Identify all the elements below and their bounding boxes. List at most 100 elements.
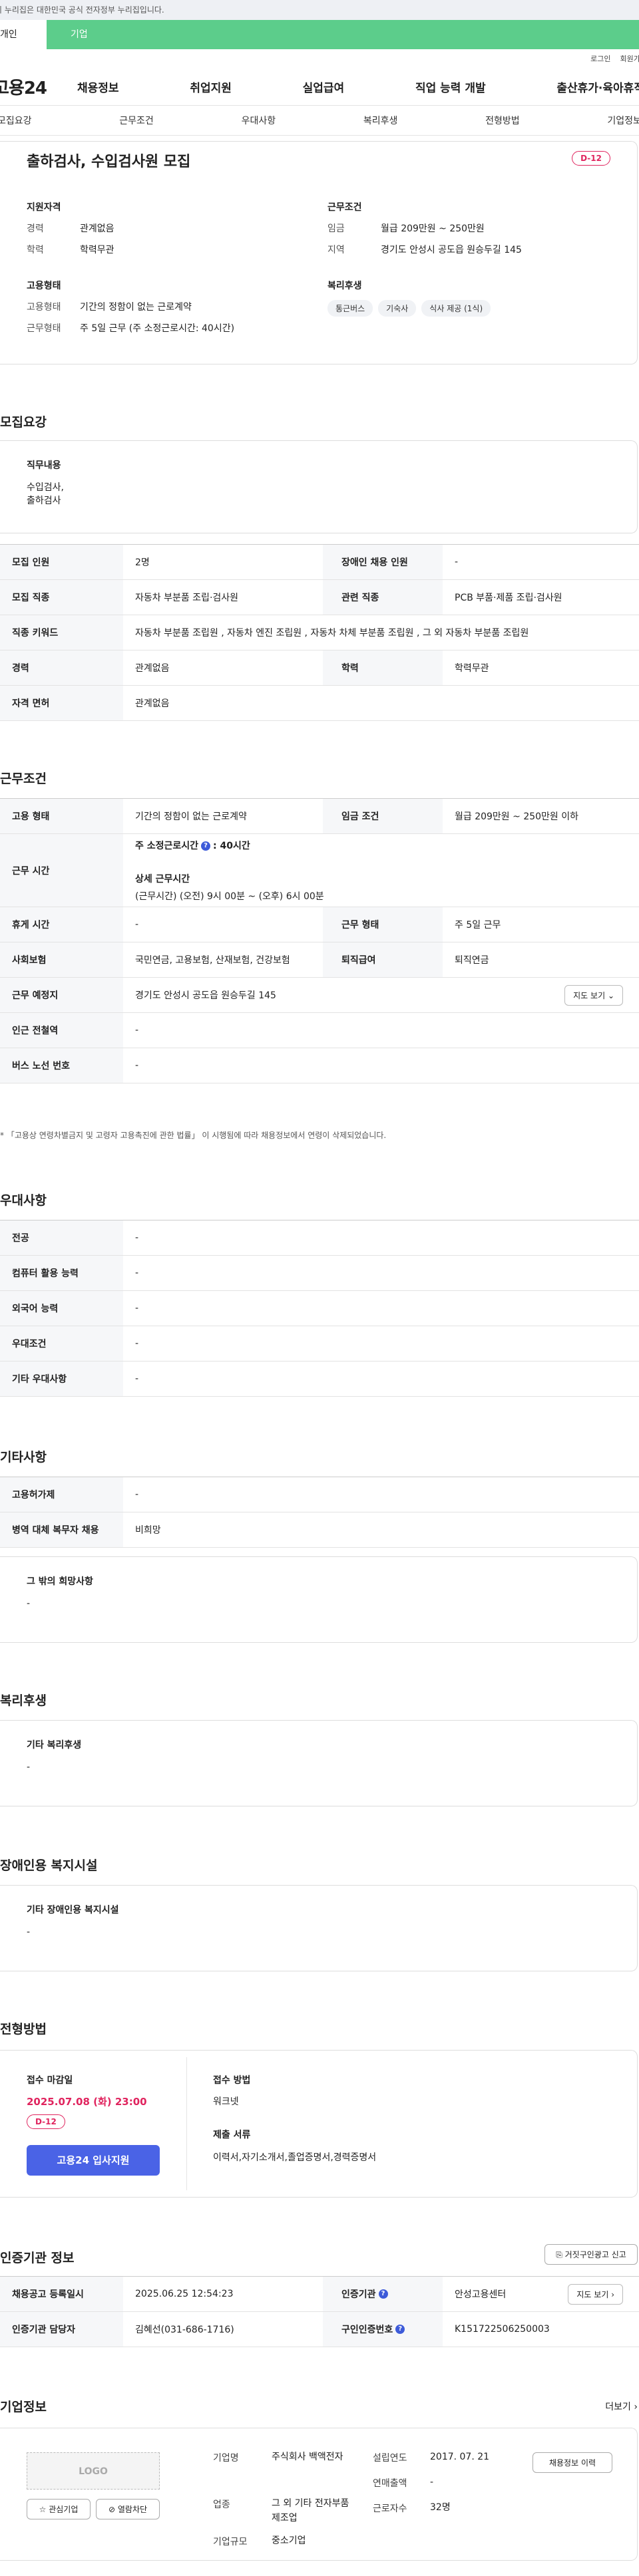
table-header: 외국어 능력 <box>0 1291 123 1326</box>
table-cell: - <box>135 1489 139 1500</box>
size-value: 중소기업 <box>272 2535 306 2546</box>
subnav-recruit[interactable]: 모집요강 <box>0 114 32 127</box>
table-cell: - <box>135 1373 139 1384</box>
table-header: 경력 <box>0 650 123 685</box>
table-cell: 자동차 부분품 조립원 , 자동차 엔진 조립원 , 자동차 차체 부분품 조립… <box>135 628 529 639</box>
company-section-title: 기업정보 <box>0 2400 47 2414</box>
qual-value: 관계없음 <box>80 223 114 234</box>
table-row: 근무 시간 주 소정근로시간?: 40시간 상세 근무시간 (근무시간) (오전… <box>0 834 639 907</box>
gnb-item-jobs[interactable]: 채용정보 <box>77 78 119 95</box>
other-wish-box: 그 밖의 희망사항 - <box>0 1556 638 1643</box>
table-header: 우대조건 <box>0 1326 123 1361</box>
benefit-label: 기타 복리후생 <box>27 1740 82 1751</box>
gnb-item-training[interactable]: 직업 능력 개발 <box>415 78 486 95</box>
gnb-item-support[interactable]: 취업지원 <box>190 78 232 95</box>
job-summary-card: 출하검사, 수입검사원 모집 D-12 지원자격 경력 관계없음 학력 학력무관 근… <box>0 141 638 364</box>
disabled-section-title: 장애인용 복지시설 <box>0 1858 98 1873</box>
cond-value: 경기도 안성시 공도읍 원승두길 145 <box>381 245 522 255</box>
company-more-link[interactable]: 더보기 › <box>605 2400 638 2413</box>
other-wish-value: - <box>27 1598 31 1609</box>
apply-button[interactable]: 고용24 입사지원 <box>27 2145 160 2176</box>
weekly-hours-value: 40시간 <box>220 840 250 851</box>
detail-hours-label: 상세 근무시간 <box>135 873 190 885</box>
cert-section-title: 인증기관 정보 <box>0 2251 75 2265</box>
info-icon[interactable]: ? <box>378 2289 388 2299</box>
subnav-selection[interactable]: 전형방법 <box>485 114 520 127</box>
subnav-pref[interactable]: 우대사항 <box>242 114 276 127</box>
sales-value: - <box>430 2477 434 2488</box>
table-header: 퇴직급여 <box>323 942 443 977</box>
table-header: 병역 대체 복무자 채용 <box>0 1512 123 1547</box>
table-cell: 학력무관 <box>455 663 489 674</box>
table-header: 모집 직종 <box>0 580 123 615</box>
pref-section-title: 우대사항 <box>0 1193 47 1208</box>
employees-label: 근로자수 <box>373 2504 407 2514</box>
condition-block: 근무조건 임금 월급 209만원 ~ 250만원 지역 경기도 안성시 공도읍 원승… <box>327 200 594 264</box>
table-header: 모집 인원 <box>0 545 123 579</box>
favorite-company-button[interactable]: ☆ 관심기업 <box>27 2499 91 2519</box>
employment-block: 고용형태 고용형태 기간의 정함이 없는 근로계약 근무형태 주 5일 근무 (주 … <box>27 279 293 343</box>
table-row: 외국어 능력 - <box>0 1291 639 1326</box>
report-false-ad-button[interactable]: ⎘ 거짓구인광고 신고 <box>544 2244 638 2265</box>
table-header: 학력 <box>323 650 443 685</box>
table-cell: 2명 <box>135 557 150 568</box>
table-cell: 2025.06.25 12:54:23 <box>135 2289 234 2299</box>
deadline-label: 접수 마감일 <box>27 2075 73 2086</box>
cert-map-button[interactable]: 지도 보기 › <box>568 2283 623 2305</box>
table-cell: K151722506250003 <box>455 2324 550 2335</box>
emp-label: 근무형태 <box>27 323 61 334</box>
section-nav: 모집요강 근무조건 우대사항 복리후생 전형방법 기업정보 <box>0 105 639 136</box>
benefit-section-title: 복리후생 <box>0 1693 47 1708</box>
welfare-chip: 기숙사 <box>378 300 417 317</box>
emp-value: 기간의 정함이 없는 근로계약 <box>80 302 192 313</box>
table-cell: 주 5일 근무 <box>455 920 501 930</box>
subnav-benefit[interactable]: 복리후생 <box>363 114 398 127</box>
login-link[interactable]: 로그인 <box>590 53 610 64</box>
table-cell: - <box>135 1025 139 1036</box>
work-table: 고용 형태 기간의 정함이 없는 근로계약 임금 조건 월급 209만원 ~ 2… <box>0 798 639 1083</box>
site-logo[interactable]: 고용24 <box>0 74 67 99</box>
sales-label: 연매출액 <box>373 2478 407 2489</box>
table-row: 기타 우대사항 - <box>0 1361 639 1397</box>
benefit-box: 기타 복리후생 - <box>0 1720 638 1806</box>
block-view-button[interactable]: ⊘ 열람차단 <box>96 2499 160 2519</box>
info-icon[interactable]: ? <box>395 2325 405 2334</box>
cond-value: 월급 209만원 ~ 250만원 <box>381 223 485 234</box>
table-row: 버스 노선 번호 - <box>0 1048 639 1083</box>
qualification-block: 지원자격 경력 관계없음 학력 학력무관 <box>27 200 293 264</box>
company-logo-placeholder: LOGO <box>27 2452 160 2490</box>
selection-section-title: 전형방법 <box>0 2022 47 2037</box>
table-cell: - <box>135 1060 139 1071</box>
table-header: 관련 직종 <box>323 580 443 615</box>
company-name: 주식회사 백액전자 <box>272 2452 343 2462</box>
tab-personal[interactable]: 개인 <box>0 20 47 49</box>
hiring-history-button[interactable]: 채용정보 이력 <box>532 2452 612 2473</box>
subnav-company[interactable]: 기업정보 <box>607 114 639 127</box>
table-row: 인증기관 담당자 김혜선(031-686-1716) 구인인증번호? K1517… <box>0 2312 639 2347</box>
gnb-item-leave[interactable]: 출산휴가·육아휴직 <box>556 78 639 95</box>
table-header: 기타 우대사항 <box>0 1361 123 1396</box>
employees-value: 32명 <box>430 2502 451 2513</box>
table-row: 자격 면허 관계없음 <box>0 686 639 721</box>
age-law-note: * 「고용상 연령차별금지 및 고령자 고용촉진에 관한 법률」 이 시행됨에 … <box>0 1131 387 1140</box>
duty-box: 직무내용 수입검사, 출하검사 <box>0 440 638 533</box>
info-icon[interactable]: ? <box>201 841 211 851</box>
gnb-item-benefit[interactable]: 실업급여 <box>303 78 345 95</box>
company-name-label: 기업명 <box>213 2453 239 2464</box>
qual-label: 경력 <box>27 223 44 234</box>
table-header: 컴퓨터 활용 능력 <box>0 1256 123 1290</box>
welfare-chip: 통근버스 <box>327 300 373 317</box>
table-header: 인증기관 <box>341 2289 376 2300</box>
table-row: 인근 전철역 - <box>0 1013 639 1048</box>
table-header: 직종 키워드 <box>0 615 123 650</box>
table-cell: 국민연금, 고용보험, 산재보험, 건강보험 <box>135 955 290 966</box>
other-wish-label: 그 밖의 희망사항 <box>27 1576 93 1587</box>
join-link[interactable]: 회원가입 <box>620 53 639 64</box>
subnav-work[interactable]: 근무조건 <box>119 114 154 127</box>
disabled-box: 기타 장애인용 복지시설 - <box>0 1885 638 1971</box>
table-row: 고용허가제 - <box>0 1477 639 1512</box>
tab-company[interactable]: 기업 <box>47 20 639 49</box>
dday-badge: D-12 <box>27 2114 65 2129</box>
table-row: 컴퓨터 활용 능력 - <box>0 1256 639 1291</box>
map-view-button[interactable]: 지도 보기 ⌄ <box>564 984 623 1006</box>
